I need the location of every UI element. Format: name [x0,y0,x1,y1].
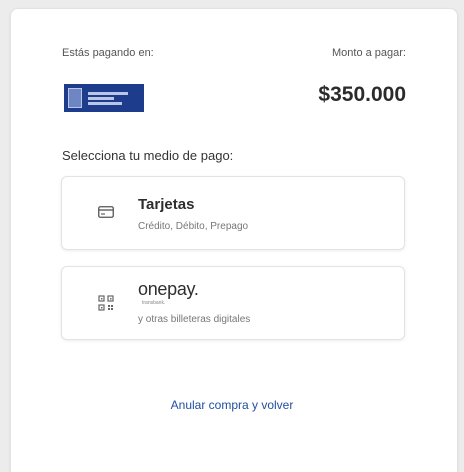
paying-at-label: Estás pagando en: [62,47,154,59]
payment-method-title: Selecciona tu medio de pago: [62,148,234,163]
option-title: Tarjetas [138,196,195,213]
merchant-seal-icon [68,88,82,108]
option-subtitle: Crédito, Débito, Prepago [138,221,249,232]
amount-value: $350.000 [318,83,406,106]
qr-code-icon [98,295,114,311]
payment-option-onepay[interactable]: onepay. transbank. y otras billeteras di… [61,266,405,340]
option-subtitle: y otras billeteras digitales [138,314,251,325]
onepay-logo: onepay. [138,279,199,299]
payment-option-cards[interactable]: Tarjetas Crédito, Débito, Prepago [61,176,405,250]
merchant-logo-lettering [88,91,128,105]
merchant-logo [64,84,144,112]
page: Estás pagando en: Monto a pagar: $350.00… [0,0,464,472]
cancel-purchase-link[interactable]: Anular compra y volver [0,398,464,412]
transbank-sublogo: transbank. [142,300,166,306]
amount-label: Monto a pagar: [332,47,406,59]
card-icon [98,206,114,218]
